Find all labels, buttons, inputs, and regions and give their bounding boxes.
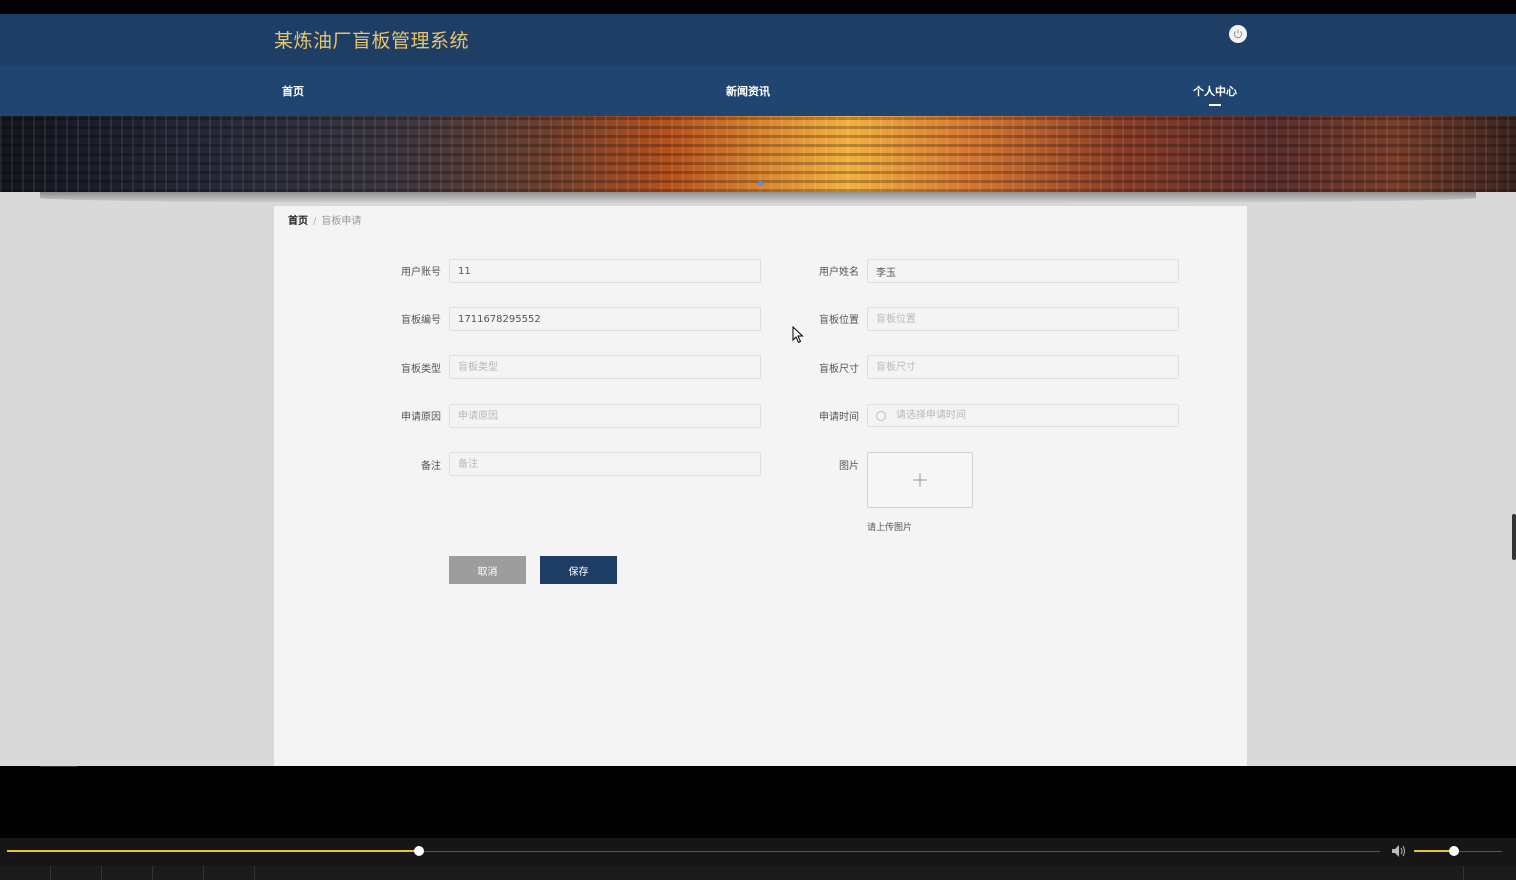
- top-black-bar: [0, 0, 1516, 14]
- site-header: 某炼油厂盲板管理系统: [0, 14, 1516, 66]
- taskbar: [0, 866, 1516, 880]
- save-button[interactable]: 保存: [540, 556, 617, 584]
- volume-handle[interactable]: [1449, 846, 1459, 856]
- cancel-button[interactable]: 取消: [449, 556, 526, 584]
- apply-time-picker[interactable]: [867, 404, 1179, 427]
- mouse-cursor-icon: [792, 326, 804, 344]
- user-name-input[interactable]: [867, 259, 1179, 283]
- board-size-label: 盲板尺寸: [819, 364, 859, 375]
- remark-label: 备注: [421, 461, 441, 472]
- main-nav: 首页 新闻资讯 个人中心: [0, 66, 1516, 116]
- breadcrumb-current: 盲板申请: [321, 216, 362, 227]
- nav-item-home[interactable]: 首页: [282, 83, 304, 99]
- breadcrumb-home[interactable]: 首页: [288, 216, 308, 227]
- apply-time-input[interactable]: [894, 409, 1178, 422]
- plus-icon: [913, 473, 927, 487]
- upload-hint: 请上传图片: [867, 523, 913, 533]
- remark-input[interactable]: [449, 452, 761, 476]
- breadcrumb: 首页 / 盲板申请: [288, 212, 361, 227]
- image-upload-button[interactable]: [867, 452, 973, 508]
- form-panel: 首页 / 盲板申请 用户账号 盲板编号 盲板类型 申请原因 备注 用户姓名 盲板位置…: [274, 206, 1247, 766]
- user-account-label: 用户账号: [401, 267, 441, 278]
- breadcrumb-separator: /: [313, 216, 317, 227]
- carousel-indicator[interactable]: [758, 181, 763, 186]
- clock-icon: [876, 410, 886, 421]
- nav-active-indicator: [1209, 104, 1221, 106]
- board-size-input[interactable]: [867, 355, 1179, 379]
- progress-handle[interactable]: [414, 846, 424, 856]
- user-name-label: 用户姓名: [819, 267, 859, 278]
- image-label: 图片: [839, 461, 859, 472]
- board-type-label: 盲板类型: [401, 364, 441, 375]
- nav-item-news[interactable]: 新闻资讯: [726, 83, 770, 99]
- power-icon: [1233, 29, 1243, 39]
- nav-item-personal-center[interactable]: 个人中心: [1193, 83, 1237, 99]
- board-location-input[interactable]: [867, 307, 1179, 331]
- site-title: 某炼油厂盲板管理系统: [274, 30, 470, 52]
- apply-reason-label: 申请原因: [401, 412, 441, 423]
- video-letterbox: [0, 766, 1516, 838]
- apply-time-label: 申请时间: [819, 412, 859, 423]
- banner-image: [0, 116, 1516, 192]
- board-number-label: 盲板编号: [401, 315, 441, 326]
- board-type-input[interactable]: [449, 355, 761, 379]
- progress-fill: [7, 850, 419, 852]
- volume-icon[interactable]: [1391, 844, 1407, 858]
- scrollbar[interactable]: [1512, 514, 1516, 560]
- volume-fill: [1414, 850, 1454, 852]
- power-button[interactable]: [1229, 25, 1247, 43]
- user-account-input[interactable]: [449, 259, 761, 283]
- board-number-input[interactable]: [449, 307, 761, 331]
- board-location-label: 盲板位置: [819, 315, 859, 326]
- apply-reason-input[interactable]: [449, 404, 761, 428]
- video-player-controls: [0, 838, 1516, 866]
